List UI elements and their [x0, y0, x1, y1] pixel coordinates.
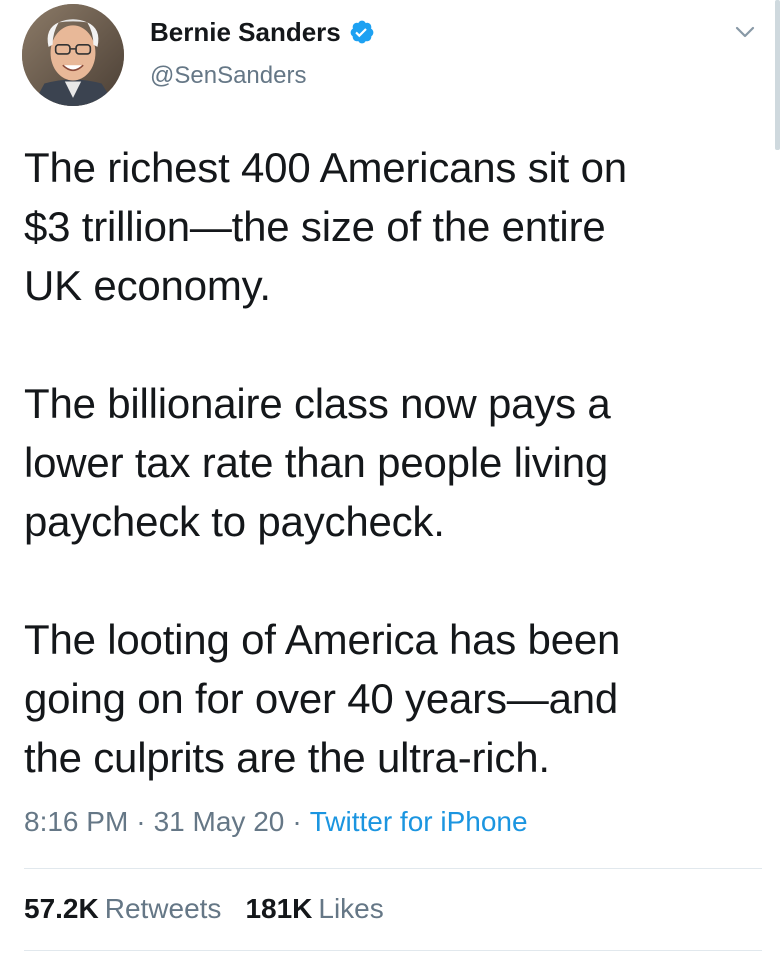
- tweet-time[interactable]: 8:16 PM: [24, 806, 128, 837]
- user-handle[interactable]: @SenSanders: [150, 62, 306, 90]
- avatar[interactable]: [22, 4, 124, 106]
- divider: [24, 950, 762, 951]
- tweet-text: The richest 400 Americans sit on $3 tril…: [24, 144, 627, 781]
- display-name[interactable]: Bernie Sanders: [150, 17, 341, 48]
- tweet-container: Bernie Sanders @SenSanders The richest 4…: [0, 0, 780, 960]
- retweets-label: Retweets: [104, 893, 222, 924]
- tweet-metadata: 8:16 PM · 31 May 20 · Twitter for iPhone: [24, 806, 528, 838]
- tweet-source-link[interactable]: Twitter for iPhone: [310, 806, 528, 837]
- author-name-row[interactable]: Bernie Sanders: [150, 14, 375, 50]
- chevron-down-icon[interactable]: [734, 24, 756, 40]
- tweet-date[interactable]: 31 May 20: [154, 806, 285, 837]
- likes-count: 181K: [245, 893, 313, 924]
- scrollbar[interactable]: [775, 0, 780, 150]
- likes-stat[interactable]: 181K Likes: [245, 893, 383, 925]
- retweets-stat[interactable]: 57.2K Retweets: [24, 893, 221, 925]
- avatar-photo: [22, 4, 124, 106]
- divider: [24, 868, 762, 869]
- retweets-count: 57.2K: [24, 893, 99, 924]
- likes-label: Likes: [318, 893, 384, 924]
- meta-separator: ·: [136, 806, 146, 837]
- engagement-stats: 57.2K Retweets 181K Likes: [24, 893, 384, 925]
- verified-badge-icon: [350, 20, 374, 44]
- meta-separator: ·: [292, 806, 302, 837]
